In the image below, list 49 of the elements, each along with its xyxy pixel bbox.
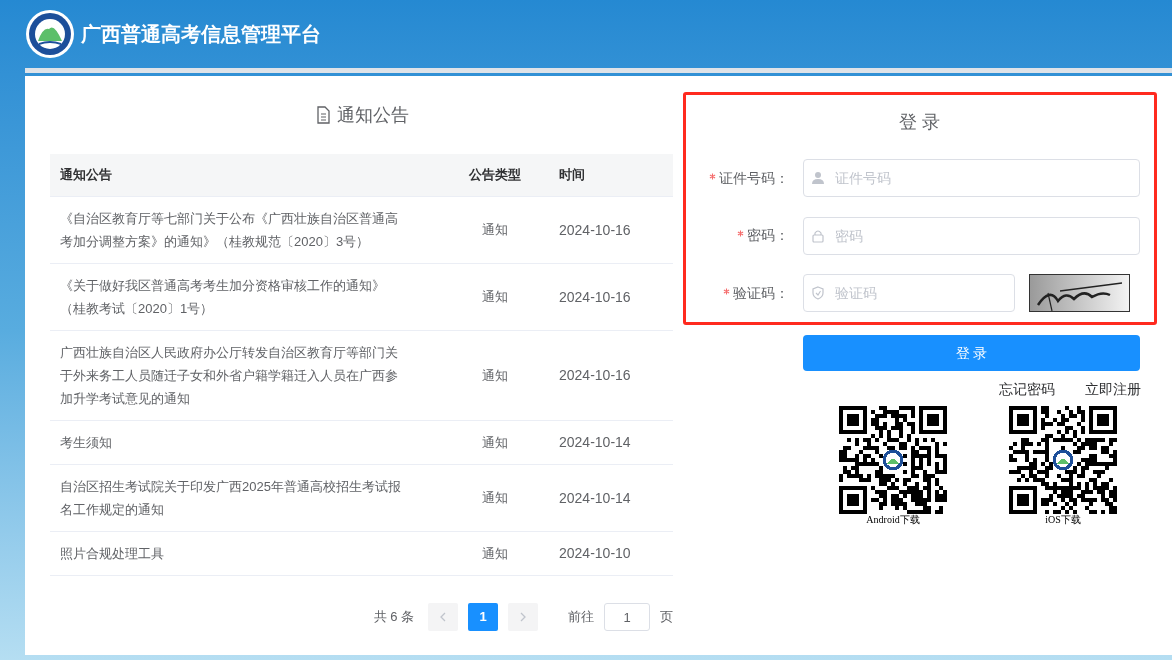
person-icon bbox=[812, 171, 824, 186]
notice-link[interactable]: 自治区招生考试院关于印发广西2025年普通高校招生考试报名工作规定的通知 bbox=[50, 475, 445, 521]
page-suffix: 页 bbox=[660, 608, 673, 627]
field-label: 证件号码： bbox=[719, 168, 789, 188]
notice-link[interactable]: 《自治区教育厅等七部门关于公布《广西壮族自治区普通高考加分调整方案》的通知》（桂教规范〔2020〕3号） bbox=[50, 207, 445, 253]
notice-link[interactable]: 广西壮族自治区人民政府办公厅转发自治区教育厅等部门关于外来务工人员随迁子女和外省户籍学籍迁入人员在广西参加升学考试意见的通知 bbox=[50, 341, 445, 410]
table-cell-text: 2024-10-16 bbox=[558, 366, 632, 385]
lock-icon bbox=[812, 228, 824, 243]
table-cell-text: 通知 bbox=[481, 433, 509, 452]
download-label: iOS下载 bbox=[1045, 514, 1081, 526]
next-page-button[interactable] bbox=[508, 603, 538, 631]
column-header: 公告类型 bbox=[468, 166, 522, 185]
text-link[interactable]: 立即注册 bbox=[1085, 379, 1141, 400]
input-field[interactable]: 验证码 bbox=[803, 274, 1015, 313]
field-label: 密码： bbox=[747, 226, 789, 246]
table-cell-text: 通知 bbox=[481, 544, 509, 563]
table-cell-text: 2024-10-16 bbox=[558, 220, 632, 240]
logo-icon bbox=[25, 9, 75, 59]
table-cell-text: 通知 bbox=[481, 489, 509, 508]
chevron-left-icon bbox=[439, 612, 447, 622]
input-field[interactable]: 证件号码 bbox=[803, 159, 1140, 198]
notice-link[interactable]: 考生须知 bbox=[50, 431, 445, 454]
qr-code-icon bbox=[1009, 406, 1117, 514]
site-title: 广西普通高考信息管理平台 bbox=[81, 22, 321, 47]
table-cell-text: 2024-10-14 bbox=[558, 488, 632, 508]
total-count: 共 6 条 bbox=[373, 608, 414, 627]
table-cell-text: 2024-10-16 bbox=[558, 287, 632, 307]
text-link[interactable]: 忘记密码 bbox=[999, 379, 1055, 400]
document-icon bbox=[314, 106, 331, 124]
download-label: Android下载 bbox=[866, 514, 920, 526]
field-label: 验证码： bbox=[733, 283, 789, 303]
input-field[interactable]: 密码 bbox=[803, 216, 1140, 255]
table-cell-text: 2024-10-14 bbox=[558, 433, 632, 452]
goto-label: 前往 bbox=[568, 608, 594, 627]
qr-code-icon bbox=[839, 406, 947, 514]
column-header: 时间 bbox=[558, 166, 586, 185]
notice-link[interactable]: 《关于做好我区普通高考考生加分资格审核工作的通知》（桂教考试〔2020〕1号） bbox=[50, 274, 445, 320]
section-title: 通知公告 bbox=[336, 103, 409, 127]
column-header: 通知公告 bbox=[59, 166, 113, 185]
notice-link[interactable]: 照片合规处理工具 bbox=[50, 542, 445, 565]
table-cell-text: 通知 bbox=[481, 366, 509, 385]
chevron-right-icon bbox=[519, 612, 527, 622]
previous-page-button[interactable] bbox=[428, 603, 458, 631]
table-cell-text: 通知 bbox=[481, 288, 509, 307]
shield-icon bbox=[812, 286, 824, 301]
login-title: 登 录 bbox=[899, 110, 941, 134]
table-cell-text: 通知 bbox=[481, 221, 509, 240]
table-cell-text: 2024-10-10 bbox=[558, 544, 632, 563]
page-input[interactable]: 1 bbox=[604, 603, 650, 631]
